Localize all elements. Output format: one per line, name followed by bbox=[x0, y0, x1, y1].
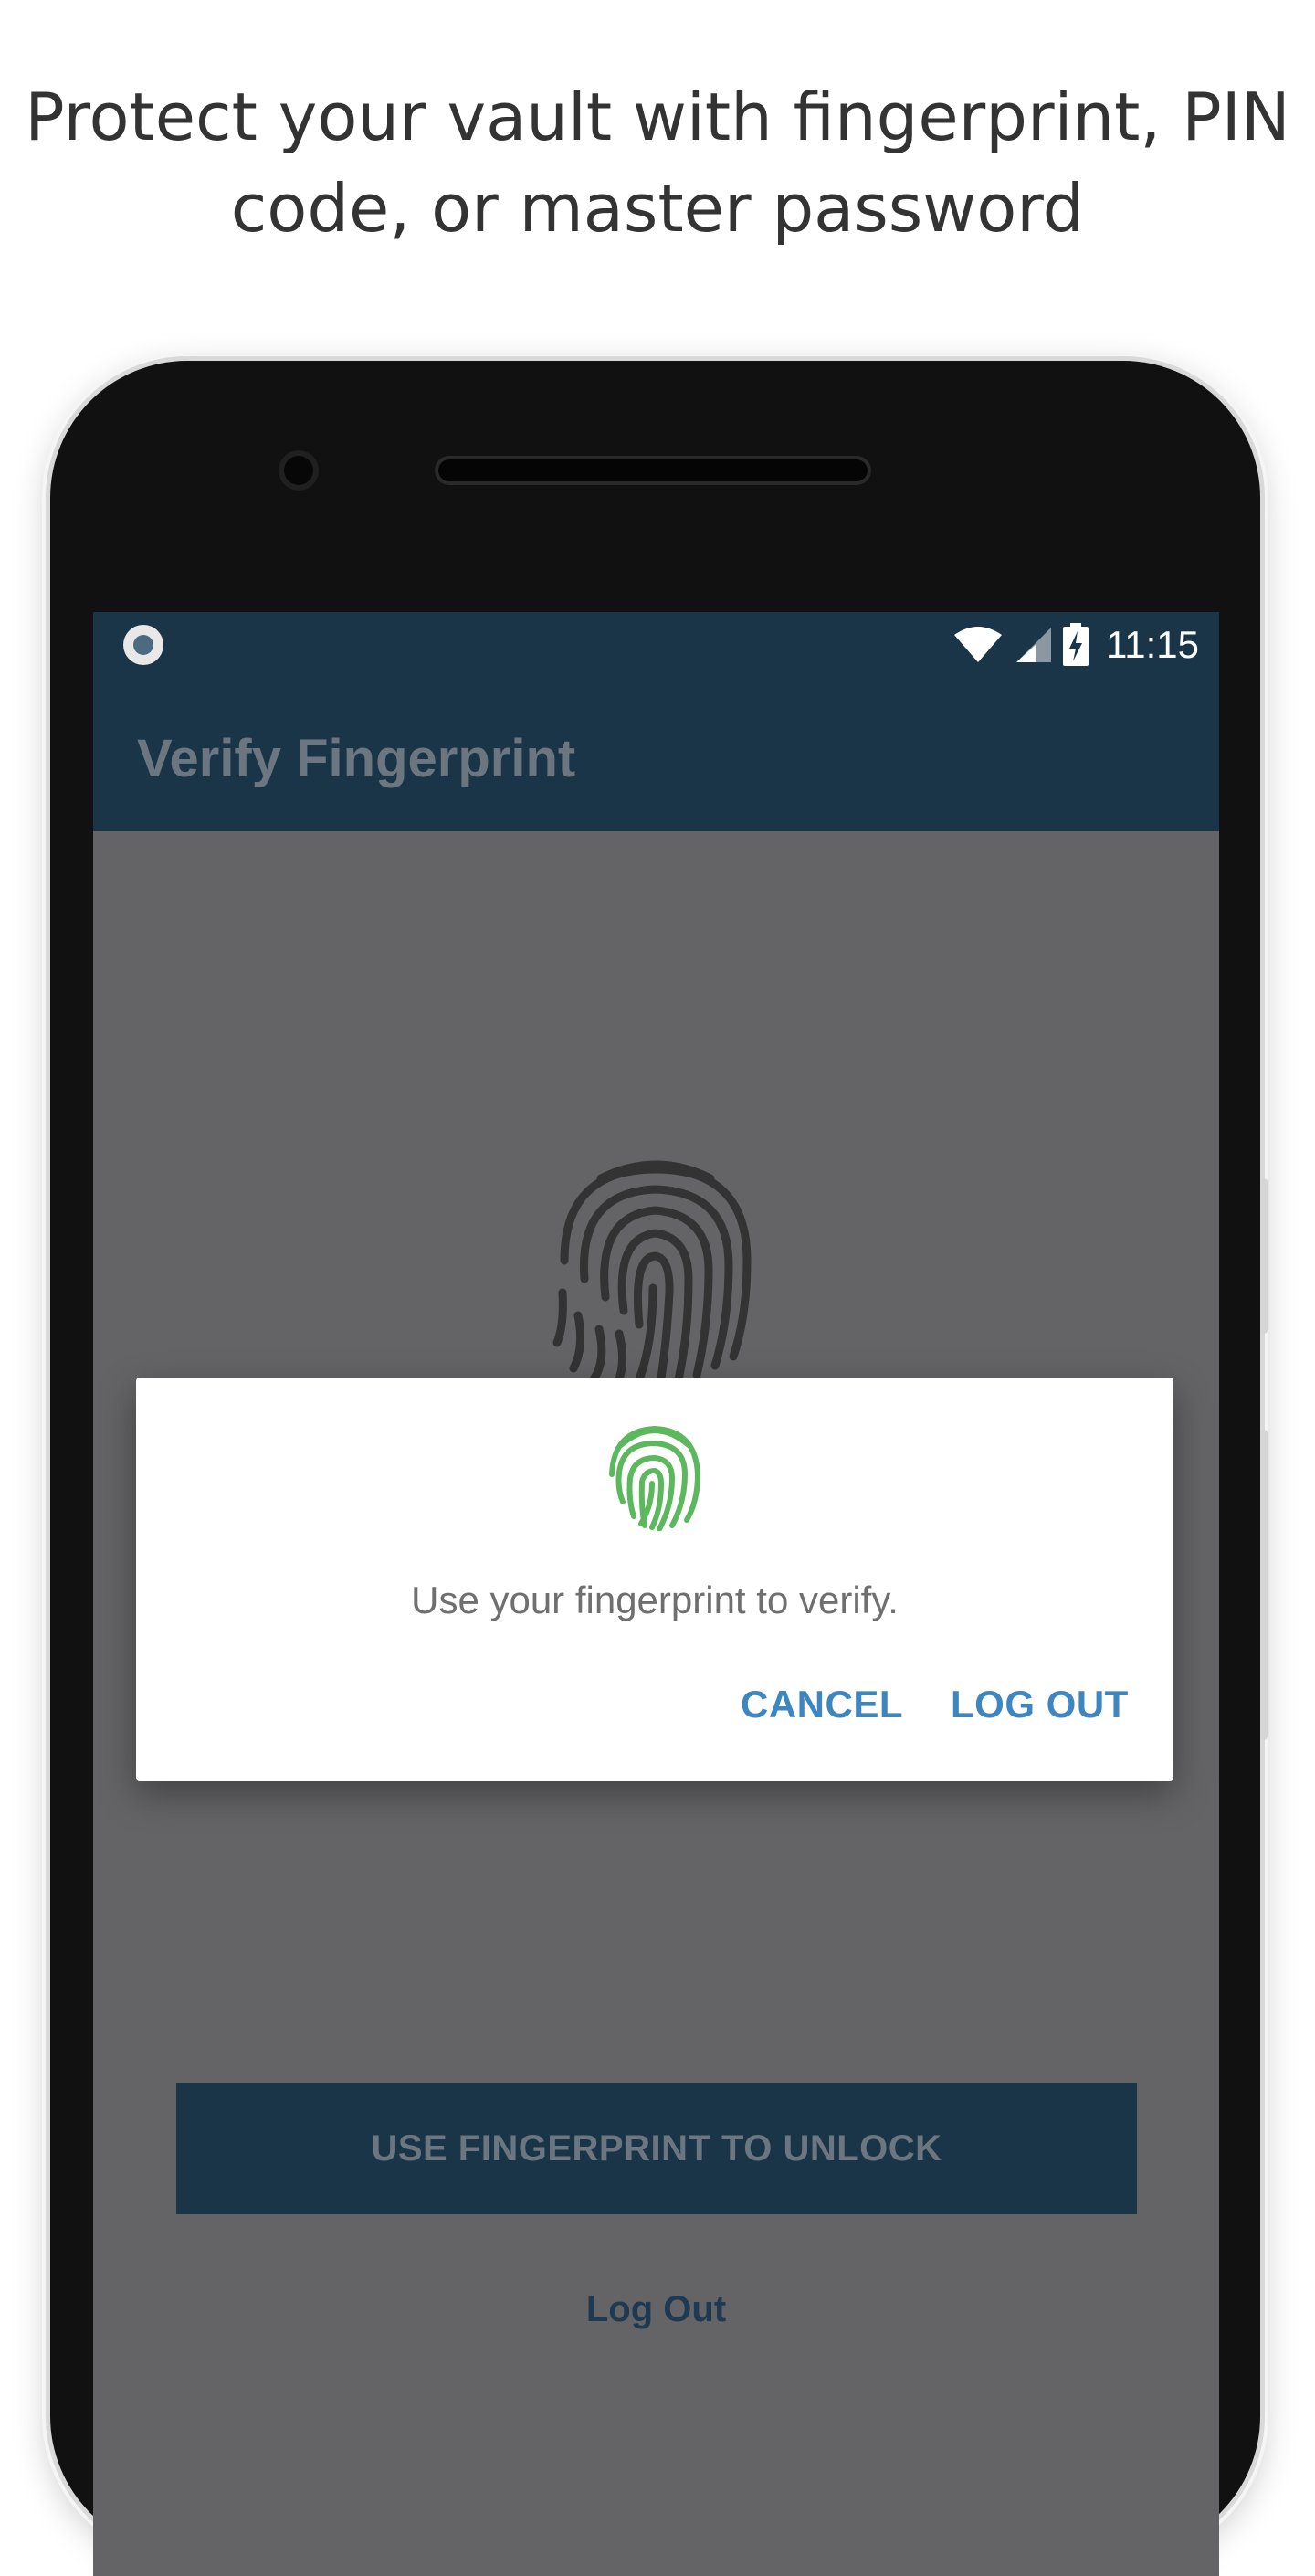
cancel-button[interactable]: CANCEL bbox=[741, 1683, 903, 1726]
earpiece-speaker bbox=[435, 456, 871, 485]
app-bar-title: Verify Fingerprint bbox=[137, 729, 576, 788]
fingerprint-icon bbox=[552, 1160, 752, 1388]
wifi-icon bbox=[954, 627, 1002, 662]
cell-signal-icon bbox=[1016, 628, 1051, 662]
app-bar: Verify Fingerprint bbox=[93, 678, 1219, 831]
status-bar: 11:15 bbox=[93, 612, 1219, 678]
phone-side-button bbox=[1260, 1178, 1268, 1334]
log-out-button[interactable]: LOG OUT bbox=[951, 1683, 1129, 1726]
log-out-link[interactable]: Log Out bbox=[93, 2289, 1219, 2330]
front-camera bbox=[279, 450, 319, 491]
headline-line-2: code, or master password bbox=[230, 170, 1085, 247]
phone-side-button bbox=[1260, 1430, 1268, 1740]
headline-line-1: Protect your vault with fingerprint, PIN bbox=[25, 79, 1290, 155]
record-icon bbox=[123, 625, 163, 665]
promo-headline: Protect your vault with fingerprint, PIN… bbox=[0, 71, 1315, 254]
status-icons: 11:15 bbox=[952, 621, 1199, 669]
status-time: 11:15 bbox=[1106, 623, 1199, 666]
fingerprint-dialog: Use your fingerprint to verify. CANCEL L… bbox=[136, 1378, 1173, 1781]
fingerprint-icon bbox=[609, 1425, 701, 1531]
battery-charging-icon bbox=[1063, 623, 1089, 666]
use-fingerprint-unlock-button[interactable]: USE FINGERPRINT TO UNLOCK bbox=[176, 2083, 1137, 2214]
dialog-message: Use your fingerprint to verify. bbox=[411, 1578, 899, 1621]
